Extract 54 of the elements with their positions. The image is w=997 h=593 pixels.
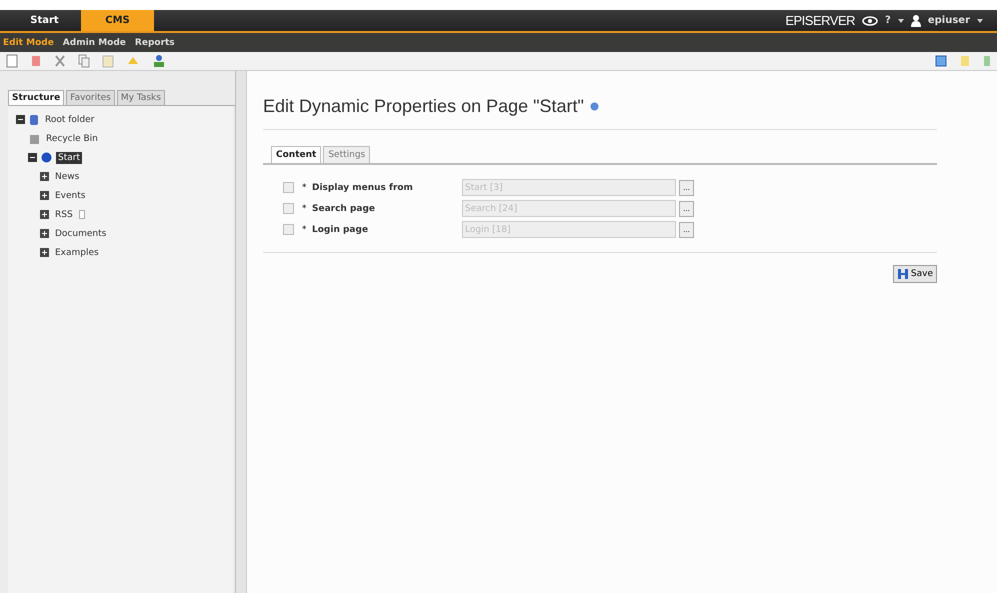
page-title: Edit Dynamic Properties on Page "Start" bbox=[263, 96, 584, 117]
browse-button[interactable]: ... bbox=[679, 222, 694, 238]
expand-icon[interactable] bbox=[40, 210, 49, 219]
sidebar-tab[interactable]: Favorites bbox=[66, 90, 115, 105]
expand-icon[interactable] bbox=[40, 229, 49, 238]
splitter-handle[interactable] bbox=[236, 71, 247, 593]
user-menu[interactable]: epiuser bbox=[928, 15, 970, 26]
save-button[interactable]: Save bbox=[892, 265, 937, 283]
new-page-icon[interactable] bbox=[6, 54, 18, 68]
required-mark: * bbox=[302, 182, 308, 192]
collapse-icon[interactable] bbox=[28, 153, 37, 162]
cut-icon[interactable] bbox=[54, 54, 66, 68]
browse-button[interactable]: ... bbox=[679, 180, 694, 196]
tree-item[interactable]: Start bbox=[56, 152, 82, 164]
tree-item[interactable]: RSS bbox=[53, 208, 75, 220]
top-tab[interactable]: CMS bbox=[81, 10, 154, 31]
tree-item[interactable]: Documents bbox=[53, 228, 108, 240]
mode-link[interactable]: Edit Mode bbox=[3, 38, 54, 48]
sidebar-tab[interactable]: My Tasks bbox=[116, 90, 165, 105]
tree-item[interactable]: Events bbox=[53, 190, 88, 202]
help-menu[interactable]: ? bbox=[885, 15, 891, 26]
user-icon bbox=[910, 14, 921, 26]
brand-logo: EPISERVER bbox=[785, 13, 856, 28]
property-label: Search page bbox=[312, 204, 376, 214]
copy-icon[interactable] bbox=[78, 54, 90, 68]
checkbox[interactable] bbox=[283, 182, 294, 193]
mode-link[interactable]: Admin Mode bbox=[62, 38, 126, 48]
save-icon bbox=[896, 268, 909, 280]
required-mark: * bbox=[302, 204, 308, 214]
tree-item[interactable]: News bbox=[53, 170, 82, 182]
users-icon[interactable] bbox=[152, 54, 166, 68]
checkbox[interactable] bbox=[283, 224, 294, 235]
expand-icon[interactable] bbox=[40, 172, 49, 181]
caret-icon bbox=[898, 18, 904, 22]
tree-item[interactable]: Root folder bbox=[43, 114, 96, 126]
globe-icon bbox=[41, 152, 52, 163]
expand-icon[interactable] bbox=[40, 191, 49, 200]
required-mark: * bbox=[302, 224, 308, 234]
browse-button[interactable]: ... bbox=[679, 200, 694, 216]
bin-icon bbox=[28, 132, 40, 144]
collapse-icon[interactable] bbox=[16, 115, 25, 124]
caret-icon bbox=[977, 18, 983, 22]
property-label: Login page bbox=[312, 224, 370, 234]
tree-item[interactable]: Recycle Bin bbox=[44, 132, 100, 144]
tree-item[interactable]: Examples bbox=[53, 246, 101, 258]
mode-link[interactable]: Reports bbox=[134, 38, 175, 48]
content-tab[interactable]: Content bbox=[271, 146, 322, 163]
sidebar-tab[interactable]: Structure bbox=[8, 90, 64, 105]
checkbox[interactable] bbox=[283, 203, 294, 214]
top-tab[interactable]: Start bbox=[8, 10, 81, 31]
eye-icon[interactable] bbox=[862, 16, 878, 26]
expand-icon[interactable] bbox=[40, 248, 49, 257]
content-tab[interactable]: Settings bbox=[323, 146, 370, 163]
property-label: Display menus from bbox=[312, 182, 414, 192]
